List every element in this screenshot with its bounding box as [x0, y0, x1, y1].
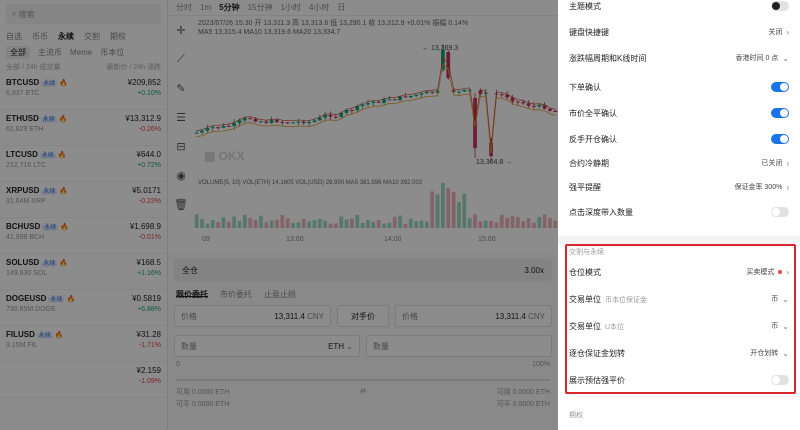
chevron-right-icon: › [786, 182, 789, 192]
chevron-right-icon: › [786, 158, 789, 168]
setting-value: 币 [771, 296, 779, 303]
chevron-down-icon: ⌄ [782, 53, 789, 63]
setting-row[interactable]: 市价全平确认 [569, 101, 789, 125]
setting-row[interactable]: 交易单位 U本位 币 ⌄ [569, 314, 789, 338]
setting-sublabel: U本位 [605, 323, 625, 331]
setting-label: 逐仓保证金划转 [569, 348, 625, 358]
setting-label: 反手开仓确认 [569, 134, 617, 144]
setting-label: 仓位模式 [569, 267, 601, 277]
setting-label: 强平提醒 [569, 182, 601, 192]
setting-label: 键盘快捷键 [569, 27, 609, 37]
toggle-switch[interactable] [771, 134, 789, 144]
chevron-down-icon: ⌄ [782, 348, 789, 358]
setting-row[interactable]: 反手开仓确认 [569, 127, 789, 151]
setting-value: 开仓划转 [750, 350, 779, 357]
toggle-switch[interactable] [771, 207, 789, 217]
setting-row[interactable]: 强平提醒 保证金率 300% › [569, 175, 789, 199]
setting-label: 点击深度带入数量 [569, 207, 633, 217]
theme-toggle[interactable] [771, 1, 789, 11]
setting-row[interactable]: 点击深度带入数量 [569, 200, 789, 224]
setting-row[interactable]: 交易单位 币本位保证金 币 ⌄ [569, 287, 789, 311]
setting-sublabel: 币本位保证金 [605, 296, 647, 304]
setting-row[interactable]: 下单确认 [569, 75, 789, 99]
setting-row[interactable]: 仓位模式 买卖模式 › [569, 260, 789, 284]
setting-row[interactable]: 合约冷静期 已关闭 › [569, 151, 789, 175]
setting-label: 下单确认 [569, 82, 601, 92]
chevron-down-icon: ⌄ [782, 294, 789, 304]
setting-label: 市价全平确认 [569, 108, 617, 118]
section-title: 交割与永续 [569, 249, 604, 256]
setting-label: 涨跌幅周期和K线时间 [569, 53, 647, 63]
chevron-right-icon: › [786, 267, 789, 277]
setting-row[interactable]: 键盘快捷键 关闭 › [569, 20, 789, 44]
section-title-options: 期权 [569, 412, 583, 419]
toggle-switch[interactable] [771, 108, 789, 118]
setting-row[interactable]: 展示预估强平价 [569, 368, 789, 392]
setting-label: 展示预估强平价 [569, 375, 625, 385]
setting-value: 币 [771, 323, 779, 330]
toggle-switch[interactable] [771, 375, 789, 385]
chevron-down-icon: ⌄ [782, 321, 789, 331]
setting-value: 买卖模式 [746, 269, 775, 276]
setting-value: 已关闭 [761, 160, 783, 167]
toggle-switch[interactable] [771, 82, 789, 92]
setting-row[interactable]: 逐仓保证金划转 开仓划转 ⌄ [569, 341, 789, 365]
setting-label: 交易单位 U本位 [569, 321, 625, 331]
section-divider [558, 236, 800, 244]
setting-value: 保证金率 300% [734, 184, 783, 191]
setting-label: 主题模式 [569, 1, 601, 11]
setting-row[interactable]: 涨跌幅周期和K线时间 香港时间 0 点 ⌄ [569, 46, 789, 70]
chevron-right-icon: › [786, 27, 789, 37]
setting-label: 合约冷静期 [569, 158, 609, 168]
notice-dot [778, 270, 783, 274]
settings-panel: 主题模式 键盘快捷键 关闭 › 涨跌幅周期和K线时间 香港时间 0 点 ⌄ 下单确认 市价全平确… [558, 0, 800, 430]
modal-backdrop[interactable] [0, 0, 558, 430]
setting-value: 香港时间 0 点 [735, 55, 779, 62]
setting-value: 关闭 [768, 29, 783, 36]
setting-row[interactable]: 主题模式 [569, 0, 789, 18]
setting-label: 交易单位 币本位保证金 [569, 294, 647, 304]
